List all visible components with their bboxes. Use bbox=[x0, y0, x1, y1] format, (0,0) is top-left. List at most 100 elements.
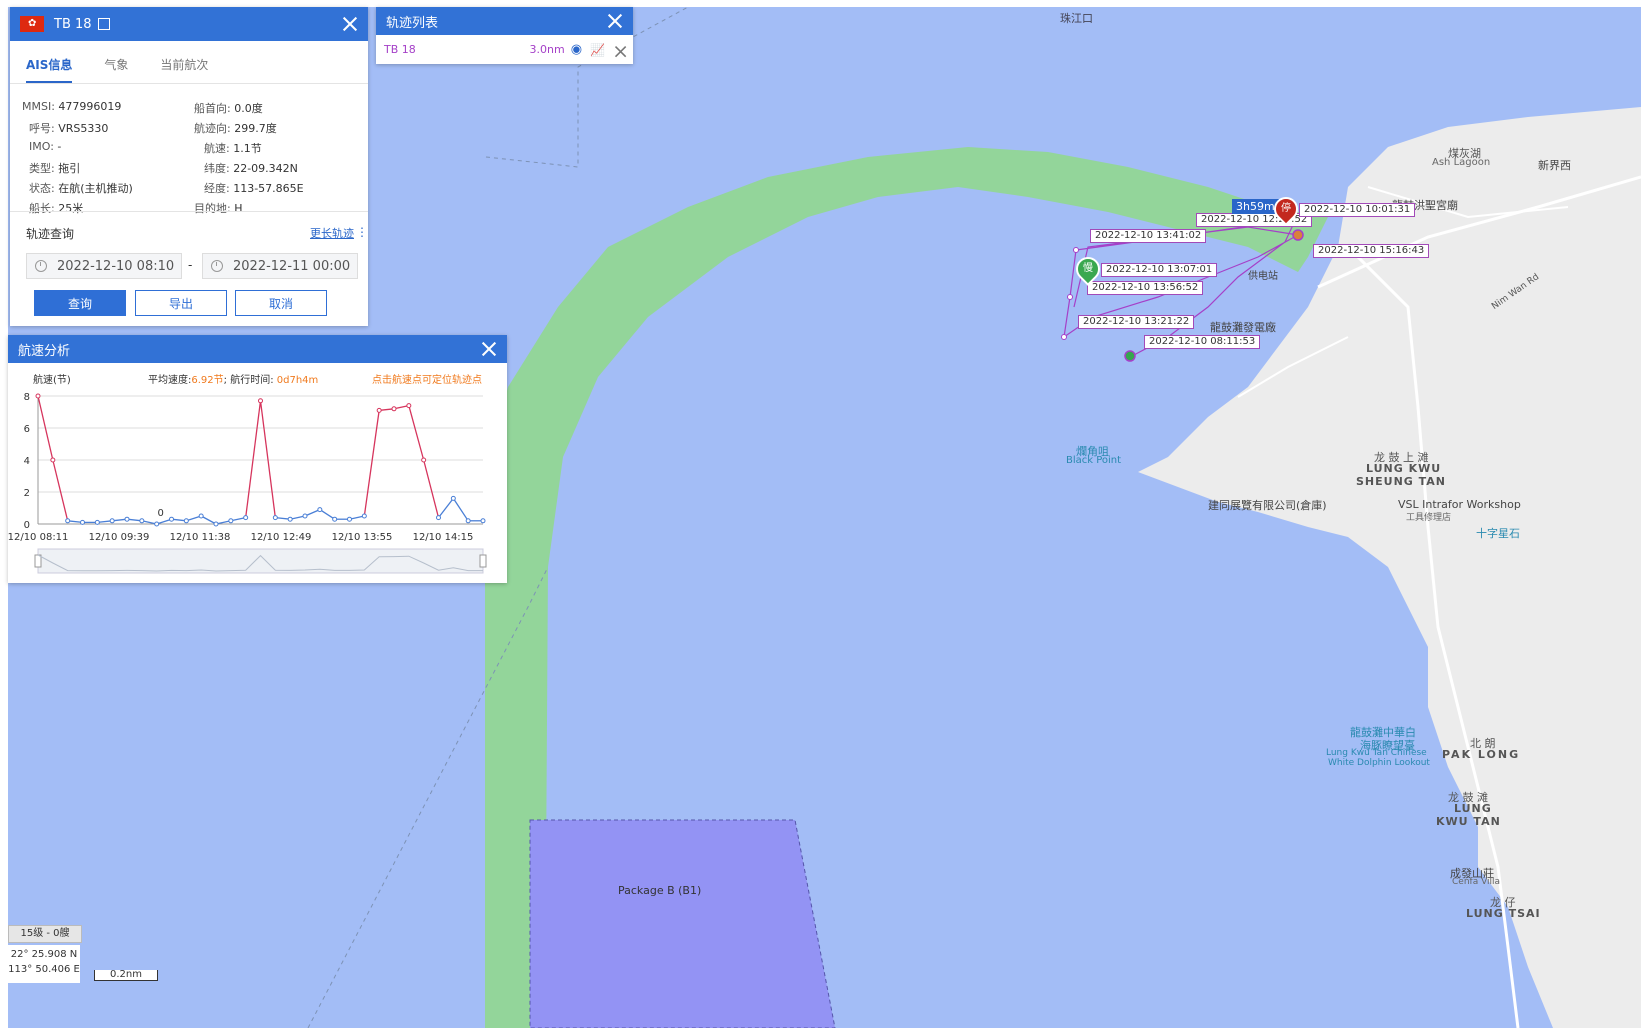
speed-point[interactable] bbox=[376, 407, 382, 413]
speed-point[interactable] bbox=[154, 521, 160, 527]
speed-point[interactable] bbox=[169, 516, 174, 522]
close-icon[interactable] bbox=[342, 16, 358, 32]
vessel-tabs: AIS信息 气象 当前航次 bbox=[10, 41, 368, 84]
scale-bar: 0.2nm bbox=[94, 970, 158, 981]
hk-flag-icon: ✿ bbox=[20, 16, 44, 32]
speed-point[interactable] bbox=[139, 518, 145, 524]
close-icon[interactable] bbox=[481, 341, 497, 357]
close-icon[interactable] bbox=[607, 13, 623, 29]
field-lat: 纬度: 22-09.342N bbox=[204, 162, 298, 175]
speed-point[interactable] bbox=[421, 457, 427, 463]
track-list-title: 轨迹列表 bbox=[386, 15, 439, 31]
speed-point[interactable] bbox=[332, 516, 338, 522]
speed-point[interactable] bbox=[450, 495, 456, 501]
field-lon: 经度: 113-57.865E bbox=[204, 182, 304, 195]
tab-ais[interactable]: AIS信息 bbox=[26, 56, 73, 83]
query-button[interactable]: 查询 bbox=[34, 290, 126, 316]
speed-point[interactable] bbox=[109, 518, 115, 524]
speed-point[interactable] bbox=[124, 516, 130, 522]
speed-point[interactable] bbox=[213, 521, 219, 527]
edit-icon[interactable] bbox=[97, 18, 110, 30]
speed-point[interactable] bbox=[198, 513, 204, 519]
more-menu-icon[interactable]: ⋮ bbox=[356, 225, 368, 239]
map-label-package-b: Package B (B1) bbox=[618, 884, 702, 897]
speed-point[interactable] bbox=[243, 515, 249, 521]
track-time-label[interactable]: 2022-12-10 08:11:53 bbox=[1144, 335, 1261, 349]
start-date-field[interactable]: 2022-12-10 08:10 bbox=[26, 253, 182, 279]
speed-point[interactable] bbox=[272, 515, 278, 521]
overview-handle-left[interactable] bbox=[34, 554, 42, 568]
speed-point[interactable] bbox=[361, 513, 367, 519]
remove-icon[interactable] bbox=[614, 45, 624, 55]
field-mmsi: MMSI: 477996019 bbox=[22, 100, 122, 113]
map-label-lkst-en1: LUNG KWU bbox=[1366, 462, 1442, 475]
map-label-lkt-en2: KWU TAN bbox=[1436, 815, 1501, 828]
speed-line-segment bbox=[245, 400, 262, 518]
eye-icon[interactable]: ◉ bbox=[571, 42, 582, 57]
zoom-level: 15级 - 0艘 bbox=[8, 925, 82, 943]
start-date-value: 2022-12-10 08:10 bbox=[57, 258, 175, 274]
map-label-lungtsai-en: LUNG TSAI bbox=[1466, 907, 1541, 920]
track-time-label[interactable]: 2022-12-10 10:01:31 bbox=[1299, 203, 1416, 217]
track-time-label[interactable]: 2022-12-10 13:41:02 bbox=[1090, 229, 1207, 243]
speed-point[interactable] bbox=[50, 457, 56, 463]
speed-line-segment bbox=[452, 498, 469, 522]
query-title: 轨迹查询 bbox=[26, 227, 75, 241]
speed-panel-header: 航速分析 bbox=[8, 335, 507, 363]
speed-point[interactable] bbox=[228, 518, 234, 524]
speed-point[interactable] bbox=[347, 516, 352, 522]
speed-point[interactable] bbox=[35, 393, 41, 399]
speed-point[interactable] bbox=[406, 403, 412, 409]
speed-point[interactable] bbox=[94, 519, 100, 525]
speed-point[interactable] bbox=[480, 518, 486, 524]
speed-point[interactable] bbox=[302, 513, 308, 519]
track-list-item[interactable]: TB 18 3.0nm ◉ 📈 bbox=[376, 35, 633, 64]
scale-label: 0.2nm bbox=[110, 969, 142, 980]
more-track-link[interactable]: 更长轨迹 bbox=[310, 225, 354, 241]
speed-point[interactable] bbox=[65, 518, 71, 524]
cancel-button[interactable]: 取消 bbox=[235, 290, 327, 316]
end-date-value: 2022-12-11 00:00 bbox=[233, 258, 351, 274]
speed-line-segment bbox=[363, 410, 380, 517]
map-label-paklong-en: PAK LONG bbox=[1442, 748, 1521, 761]
speed-point[interactable] bbox=[258, 398, 263, 404]
speed-point[interactable] bbox=[317, 507, 323, 513]
map-label-dolphin-en1: Lung Kwu Tan Chinese bbox=[1326, 748, 1427, 758]
tab-voyage[interactable]: 当前航次 bbox=[160, 56, 208, 83]
overview-track bbox=[37, 548, 484, 574]
map-label-vsl-cn: 工具修理店 bbox=[1406, 513, 1452, 523]
speed-point[interactable] bbox=[183, 518, 189, 524]
speed-point[interactable] bbox=[465, 518, 471, 524]
track-point bbox=[1061, 334, 1067, 340]
track-point bbox=[1067, 294, 1073, 300]
tab-weather[interactable]: 气象 bbox=[104, 56, 128, 83]
x-tick-label: 12/10 12:49 bbox=[251, 532, 312, 543]
field-course: 航迹向: 299.7度 bbox=[194, 122, 277, 135]
track-time-label[interactable]: 2022-12-10 13:56:52 bbox=[1087, 281, 1204, 295]
x-tick-label: 12/10 09:39 bbox=[89, 532, 150, 543]
query-section: 轨迹查询 更长轨迹 ⋮ 2022-12-10 08:10 - 2022-12-1… bbox=[10, 211, 368, 327]
speed-line-segment bbox=[319, 509, 336, 520]
speed-line-segment bbox=[52, 459, 69, 521]
x-tick-label: 12/10 08:11 bbox=[8, 532, 68, 543]
clock-icon bbox=[35, 260, 47, 272]
speed-panel-title: 航速分析 bbox=[18, 343, 71, 359]
vessel-panel: ✿ TB 18 AIS信息 气象 当前航次 MMSI: 477996019 船首… bbox=[10, 7, 368, 326]
track-list-header: 轨迹列表 bbox=[376, 7, 633, 35]
track-time-label[interactable]: 2022-12-10 13:07:01 bbox=[1101, 263, 1218, 277]
overview-handle-right[interactable] bbox=[479, 554, 487, 568]
track-time-label[interactable]: 2022-12-10 13:21:22 bbox=[1078, 315, 1195, 329]
map-label-lkst-en2: SHEUNG TAN bbox=[1356, 475, 1447, 488]
speed-point[interactable] bbox=[436, 515, 441, 521]
field-callsign: 呼号: VRS5330 bbox=[29, 122, 109, 135]
speed-chart[interactable]: 0 2 4 6 8 12/10 08:11 12/10 09:39 12/10 11:38 12… bbox=[8, 363, 507, 583]
speed-point[interactable] bbox=[287, 516, 293, 522]
end-date-field[interactable]: 2022-12-11 00:00 bbox=[202, 253, 358, 279]
vessel-panel-header: ✿ TB 18 bbox=[10, 7, 368, 41]
speed-point[interactable] bbox=[80, 519, 85, 525]
speed-point[interactable] bbox=[391, 406, 397, 412]
export-button[interactable]: 导出 bbox=[135, 290, 227, 316]
chart-icon[interactable]: 📈 bbox=[590, 43, 605, 57]
clock-icon bbox=[211, 260, 223, 272]
track-time-label[interactable]: 2022-12-10 15:16:43 bbox=[1313, 244, 1430, 258]
